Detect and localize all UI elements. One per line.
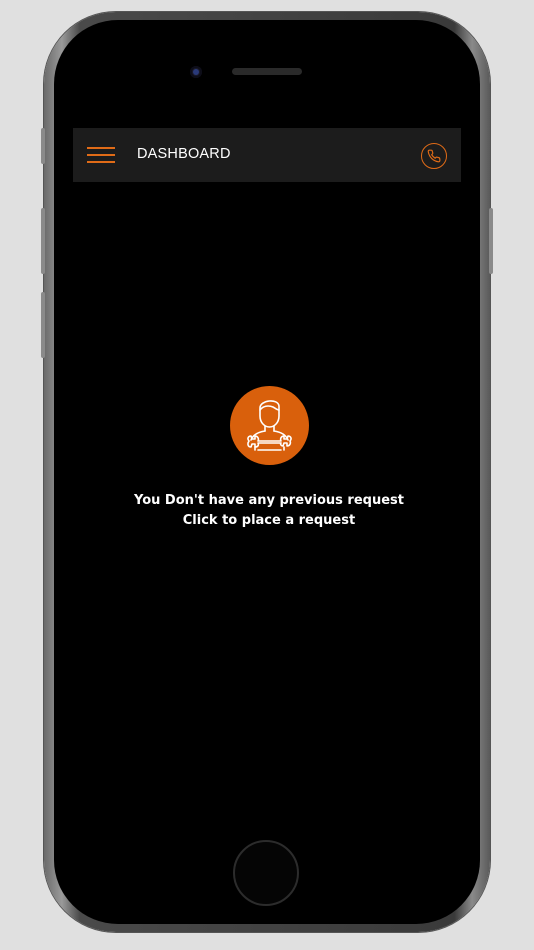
side-button-volume-up bbox=[41, 208, 45, 274]
empty-state-message: You Don't have any previous request bbox=[134, 493, 404, 508]
hamburger-menu-icon[interactable] bbox=[87, 144, 115, 166]
front-camera bbox=[190, 66, 202, 78]
home-button[interactable] bbox=[233, 840, 299, 906]
side-button-power bbox=[489, 208, 493, 274]
phone-icon[interactable] bbox=[421, 143, 447, 169]
mechanic-wrench-icon[interactable] bbox=[230, 386, 309, 465]
side-button-mute bbox=[41, 128, 45, 164]
side-button-volume-down bbox=[41, 292, 45, 358]
top-app-bar: DASHBOARD bbox=[73, 128, 461, 182]
app-screen: DASHBOARD You Don't have any previous re… bbox=[73, 128, 461, 818]
place-request-link[interactable]: Click to place a request bbox=[73, 513, 465, 528]
page-title: DASHBOARD bbox=[137, 146, 231, 162]
earpiece-speaker bbox=[232, 68, 302, 75]
